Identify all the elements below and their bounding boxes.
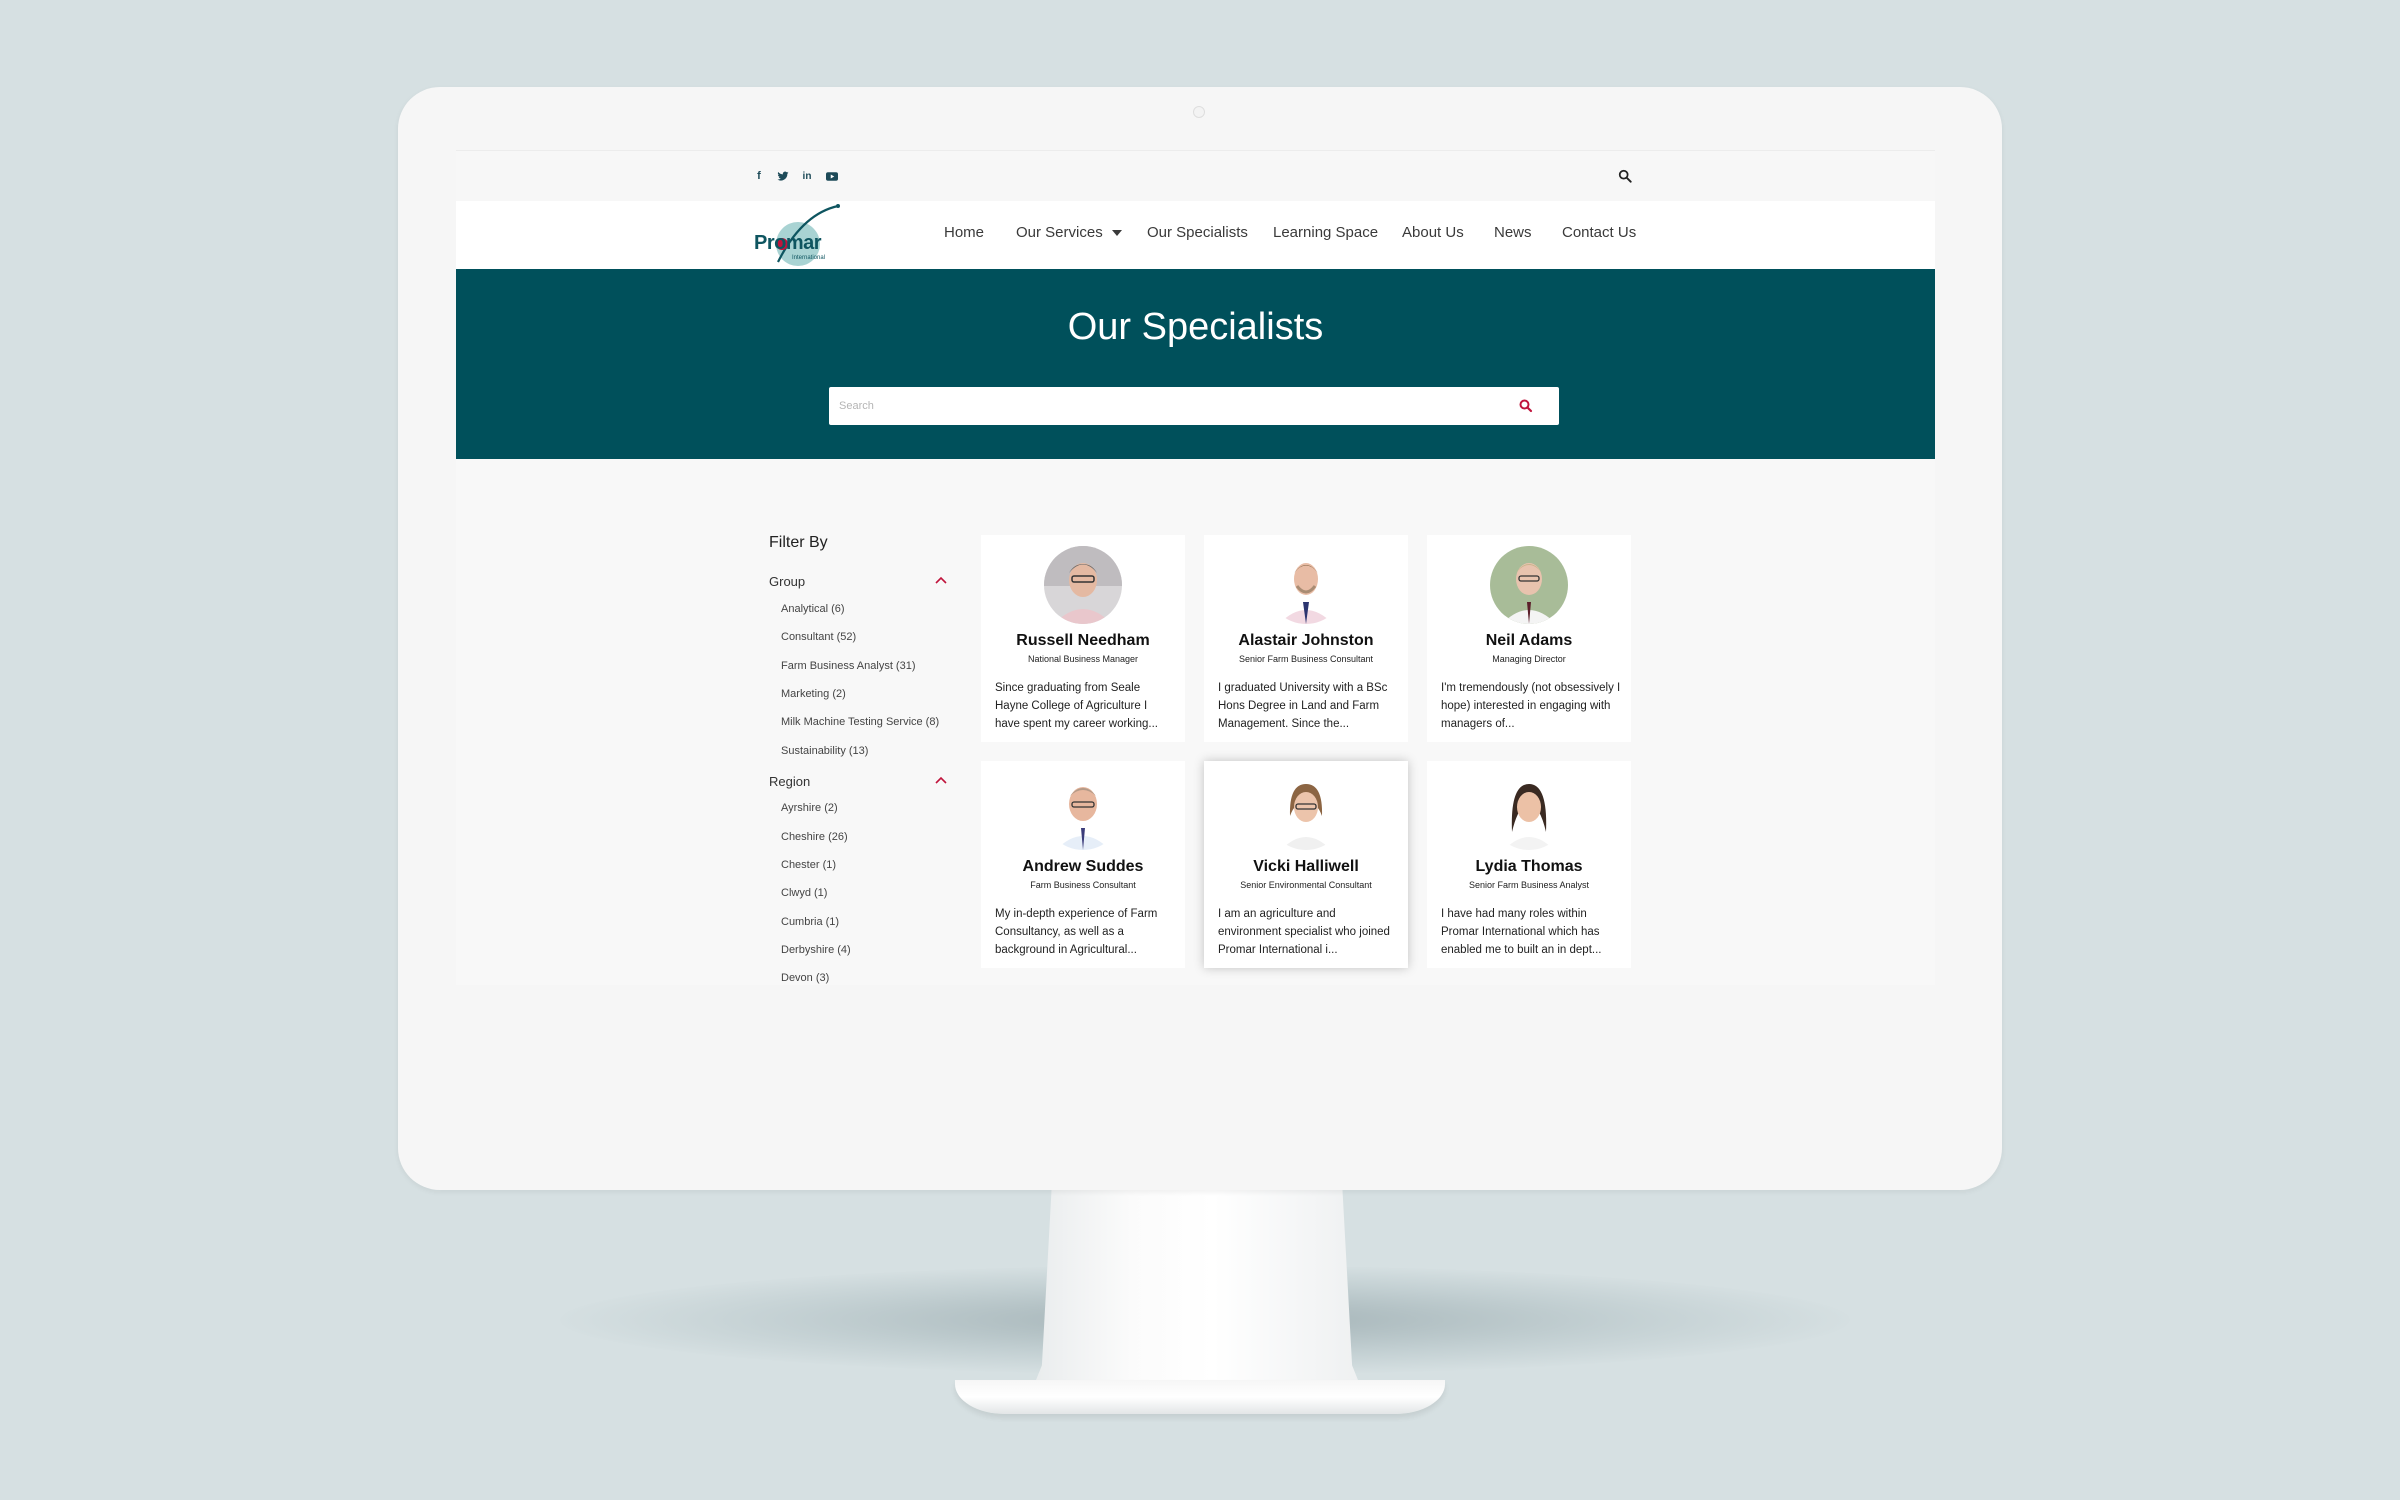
specialist-card[interactable]: Lydia Thomas Senior Farm Business Analys… xyxy=(1427,761,1631,968)
specialist-bio: I am an agriculture and environment spec… xyxy=(1218,908,1390,956)
filter-option-sustainability[interactable]: Sustainability (13) xyxy=(781,745,868,757)
specialist-name: Neil Adams xyxy=(1485,632,1573,649)
main-navbar: Promar International Home Our Services O… xyxy=(456,201,1935,269)
filter-option-marketing[interactable]: Marketing (2) xyxy=(781,688,846,700)
top-bar: f in xyxy=(456,150,1935,201)
caret-down-icon xyxy=(1111,230,1122,237)
specialist-role: Senior Environmental Consultant xyxy=(1240,880,1372,890)
youtube-icon[interactable] xyxy=(825,169,839,183)
specialist-name: Alastair Johnston xyxy=(1238,632,1374,649)
monitor-foot xyxy=(955,1380,1445,1414)
specialist-bio: I'm tremendously (not obsessively I hope… xyxy=(1441,682,1621,730)
filter-option-devon[interactable]: Devon (3) xyxy=(781,972,829,984)
nav-our-specialists[interactable]: Our Specialists xyxy=(1147,224,1248,241)
specialist-name: Andrew Suddes xyxy=(1022,858,1144,875)
nav-learning-space[interactable]: Learning Space xyxy=(1273,224,1378,241)
filter-group-heading[interactable]: Group xyxy=(769,574,805,589)
specialist-role: National Business Manager xyxy=(1027,654,1139,664)
avatar xyxy=(1267,772,1345,850)
avatar xyxy=(1044,546,1122,624)
specialist-role: Managing Director xyxy=(1492,654,1566,664)
twitter-icon[interactable] xyxy=(776,169,790,183)
nav-news[interactable]: News xyxy=(1494,224,1532,241)
filter-option-ayrshire[interactable]: Ayrshire (2) xyxy=(781,802,838,814)
chevron-up-icon[interactable] xyxy=(934,575,948,585)
nav-about-us[interactable]: About Us xyxy=(1402,224,1464,241)
page-title: Our Specialists xyxy=(1067,306,1324,348)
filter-option-milk-machine-testing[interactable]: Milk Machine Testing Service (8) xyxy=(781,716,939,728)
specialist-search xyxy=(829,387,1559,425)
specialist-name: Vicki Halliwell xyxy=(1253,858,1359,875)
filter-option-analytical[interactable]: Analytical (6) xyxy=(781,603,845,615)
hero-banner: Our Specialists xyxy=(456,269,1935,459)
specialist-card[interactable]: Neil Adams Managing Director I'm tremend… xyxy=(1427,535,1631,742)
specialist-bio: My in-depth experience of Farm Consultan… xyxy=(995,908,1158,956)
filter-option-consultant[interactable]: Consultant (52) xyxy=(781,631,856,643)
avatar xyxy=(1267,546,1345,624)
promar-logo[interactable]: Promar International xyxy=(752,204,844,266)
nav-home[interactable]: Home xyxy=(944,224,984,241)
filter-option-chester[interactable]: Chester (1) xyxy=(781,859,836,871)
filter-option-farm-business-analyst[interactable]: Farm Business Analyst (31) xyxy=(781,660,916,672)
filter-option-cumbria[interactable]: Cumbria (1) xyxy=(781,916,839,928)
specialist-name: Russell Needham xyxy=(1016,632,1150,649)
specialist-card[interactable]: Alastair Johnston Senior Farm Business C… xyxy=(1204,535,1408,742)
linkedin-icon[interactable]: in xyxy=(800,169,814,183)
chevron-up-icon[interactable] xyxy=(934,775,948,785)
nav-contact-us[interactable]: Contact Us xyxy=(1562,224,1636,241)
search-icon[interactable] xyxy=(1618,169,1632,183)
search-icon[interactable] xyxy=(1518,398,1534,414)
specialist-card[interactable]: Vicki Halliwell Senior Environmental Con… xyxy=(1204,761,1408,968)
facebook-icon[interactable]: f xyxy=(752,169,766,183)
specialist-bio: I graduated University with a BSc Hons D… xyxy=(1218,682,1388,730)
logo-wordmark: Promar xyxy=(754,232,822,254)
specialist-role: Senior Farm Business Consultant xyxy=(1238,654,1374,664)
avatar xyxy=(1044,772,1122,850)
specialist-bio: Since graduating from Seale Hayne Colleg… xyxy=(995,682,1158,730)
filter-option-cheshire[interactable]: Cheshire (26) xyxy=(781,831,848,843)
specialist-card[interactable]: Russell Needham National Business Manage… xyxy=(981,535,1185,742)
logo-subtext: International xyxy=(792,255,826,261)
nav-our-services-label: Our Services xyxy=(1016,224,1103,241)
avatar xyxy=(1490,772,1568,850)
nav-our-services[interactable]: Our Services xyxy=(1016,224,1122,241)
search-input[interactable] xyxy=(839,396,1479,416)
monitor-stand xyxy=(1032,1185,1362,1390)
camera-icon xyxy=(1193,106,1205,118)
specialist-card[interactable]: Andrew Suddes Farm Business Consultant M… xyxy=(981,761,1185,968)
specialist-role: Senior Farm Business Analyst xyxy=(1468,880,1590,890)
specialist-role: Farm Business Consultant xyxy=(1030,880,1136,890)
specialist-name: Lydia Thomas xyxy=(1475,858,1583,875)
filter-title: Filter By xyxy=(769,534,828,551)
filter-option-clwyd[interactable]: Clwyd (1) xyxy=(781,887,827,899)
filter-region-heading[interactable]: Region xyxy=(769,774,810,789)
filter-option-derbyshire[interactable]: Derbyshire (4) xyxy=(781,944,851,956)
avatar xyxy=(1490,546,1568,624)
website-screen: f in Promar International Home Our Servi… xyxy=(456,150,1935,985)
specialist-bio: I have had many roles within Promar Inte… xyxy=(1441,908,1602,956)
